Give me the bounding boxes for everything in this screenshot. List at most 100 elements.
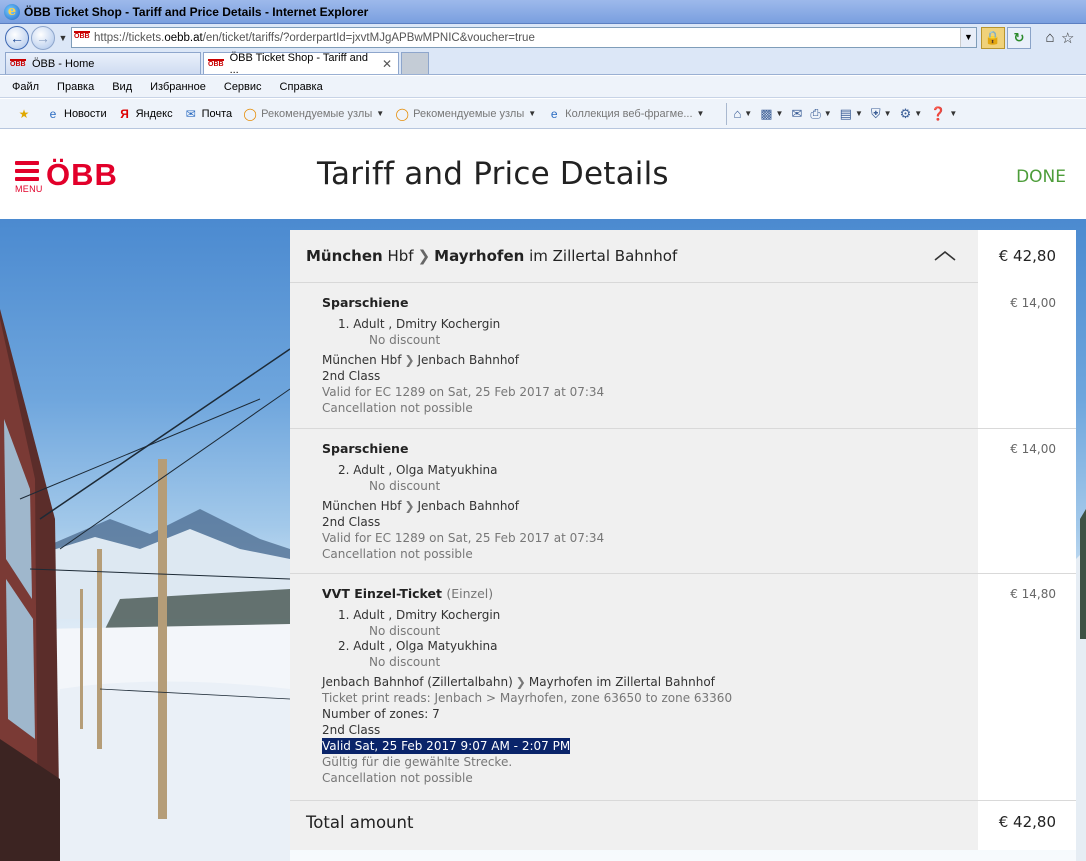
toolbar-separator bbox=[726, 102, 728, 125]
tab-label: ÖBB - Home bbox=[32, 57, 95, 70]
menu-edit[interactable]: Правка bbox=[57, 81, 94, 93]
refresh-button[interactable]: ↻ bbox=[1007, 26, 1031, 49]
chevron-right-icon: ❯ bbox=[404, 353, 415, 367]
new-tab-button[interactable] bbox=[401, 52, 429, 74]
menu-bar-line bbox=[15, 177, 39, 181]
tools-command[interactable]: ⚙ ▼ bbox=[900, 106, 923, 122]
help-command[interactable]: ❓ ▼ bbox=[930, 106, 957, 122]
favorite-suggested-sites-2[interactable]: ◯ Рекомендуемые узлы ▼ bbox=[394, 106, 536, 122]
route-summary-header[interactable]: München Hbf ❯ Mayrhofen im Zillertal Bahnh… bbox=[290, 230, 978, 283]
favorites-bar: ★ e Новости Я Яндекс ✉ Почта ◯ Рекомендуемые… bbox=[0, 99, 1086, 129]
menu-file[interactable]: Файл bbox=[12, 81, 39, 93]
ticket-item: Sparschiene 2. Adult , Olga Matyukhina N… bbox=[322, 441, 604, 562]
oebb-logo[interactable]: ÖBB bbox=[46, 157, 118, 193]
ticket-class: 2nd Class bbox=[322, 515, 381, 529]
ticket-price: € 14,80 bbox=[1010, 587, 1056, 601]
done-button[interactable]: DONE bbox=[1016, 167, 1066, 187]
print-command[interactable]: ⎙ ▼ bbox=[810, 106, 831, 122]
collapse-chevron-up-icon[interactable] bbox=[934, 250, 956, 262]
back-button[interactable]: ← bbox=[5, 25, 29, 50]
forward-button[interactable]: → bbox=[31, 25, 55, 50]
home-icon[interactable]: ⌂ bbox=[1039, 29, 1061, 46]
segment-from: Jenbach Bahnhof (Zillertalbahn) bbox=[322, 675, 513, 689]
chevron-down-icon: ▼ bbox=[376, 109, 385, 118]
url-dropdown-icon[interactable]: ▼ bbox=[960, 28, 976, 47]
chevron-right-icon: ❯ bbox=[417, 247, 431, 265]
segment-from: München Hbf bbox=[322, 499, 402, 513]
ticket-price: € 14,00 bbox=[1010, 296, 1056, 310]
tab-ticket-shop[interactable]: ÖBB ÖBB Ticket Shop - Tariff and ... ✕ bbox=[203, 52, 399, 76]
passenger-line: 1. Adult , Dmitry Kochergin bbox=[338, 608, 501, 622]
chevron-down-icon: ▼ bbox=[854, 109, 863, 118]
suggested-sites-icon: ◯ bbox=[243, 106, 257, 121]
ticket-validity-selected[interactable]: Valid Sat, 25 Feb 2017 9:07 AM - 2:07 PM bbox=[322, 738, 571, 754]
rss-feed-icon: ▩ bbox=[760, 105, 773, 121]
ticket-item: Sparschiene 1. Adult , Dmitry Kochergin … bbox=[322, 295, 604, 416]
tab-favicon-icon: ÖBB bbox=[10, 58, 26, 68]
route-to-name: Mayrhofen bbox=[434, 247, 525, 265]
home-command[interactable]: ⌂ ▼ bbox=[733, 106, 752, 121]
menu-favorites[interactable]: Избранное bbox=[150, 81, 206, 93]
favorite-label: Яндекс bbox=[135, 107, 173, 120]
segment-to: Jenbach Bahnhof bbox=[417, 353, 519, 367]
add-to-favorites-button[interactable]: ★ bbox=[16, 106, 35, 122]
menu-help[interactable]: Справка bbox=[280, 81, 323, 93]
total-divider bbox=[290, 800, 1076, 801]
favorite-label: Новости bbox=[64, 107, 107, 120]
favorites-star-icon[interactable]: ☆ bbox=[1061, 29, 1075, 47]
tab-bar: ÖBB ÖBB - Home ÖBB ÖBB Ticket Shop - Tar… bbox=[0, 51, 1086, 76]
tariff-details-panel: München Hbf ❯ Mayrhofen im Zillertal Bahnh… bbox=[290, 230, 1076, 850]
ticket-print-reads: Ticket print reads: Jenbach > Mayrhofen,… bbox=[322, 691, 733, 705]
route-to-suffix: im Zillertal Bahnhof bbox=[529, 247, 678, 265]
recent-pages-dropdown-icon[interactable]: ▼ bbox=[57, 33, 69, 43]
close-tab-icon[interactable]: ✕ bbox=[382, 57, 392, 71]
passenger-line: 2. Adult , Olga Matyukhina bbox=[338, 463, 498, 477]
total-price: € 42,80 bbox=[998, 813, 1056, 831]
menu-view[interactable]: Вид bbox=[112, 81, 132, 93]
address-bar: ← → ▼ ÖBB https://tickets.oebb.at/en/tic… bbox=[0, 24, 1086, 51]
segment-from: München Hbf bbox=[322, 353, 402, 367]
url-prefix: https://tickets. bbox=[94, 31, 165, 44]
menu-label: MENU bbox=[15, 184, 43, 194]
hamburger-menu-button[interactable]: MENU bbox=[15, 161, 43, 194]
favorite-web-slice-gallery[interactable]: e Коллекция веб-фрагме... ▼ bbox=[546, 106, 705, 122]
ticket-name-text: VVT Einzel-Ticket bbox=[322, 586, 442, 601]
passenger-line: 1. Adult , Dmitry Kochergin bbox=[338, 317, 501, 331]
safety-command[interactable]: ⛨ ▼ bbox=[871, 106, 892, 122]
passenger-discount: No discount bbox=[369, 479, 441, 493]
yandex-icon: Я bbox=[120, 106, 129, 121]
security-lock-icon[interactable]: 🔒 bbox=[981, 26, 1005, 49]
chevron-right-icon: ❯ bbox=[515, 675, 526, 689]
url-path: /en/ticket/tariffs/?orderpartId=jxvtMJgA… bbox=[202, 31, 535, 44]
route-price: € 42,80 bbox=[998, 247, 1056, 265]
passenger-discount: No discount bbox=[369, 655, 441, 669]
url-input[interactable]: ÖBB https://tickets.oebb.at/en/ticket/ta… bbox=[71, 27, 977, 48]
ticket-divider bbox=[290, 428, 1076, 429]
mail-command[interactable]: ✉ bbox=[791, 106, 802, 122]
favorite-yandex[interactable]: Я Яндекс bbox=[117, 106, 173, 122]
segment-to: Jenbach Bahnhof bbox=[417, 499, 519, 513]
tab-oebb-home[interactable]: ÖBB ÖBB - Home bbox=[5, 52, 201, 74]
menu-bar-line bbox=[15, 169, 39, 173]
favorite-news[interactable]: e Новости bbox=[45, 106, 107, 122]
chevron-down-icon: ▼ bbox=[823, 109, 832, 118]
chevron-right-icon: ❯ bbox=[404, 499, 415, 513]
passenger-line: 2. Adult , Olga Matyukhina bbox=[338, 639, 498, 653]
page-icon: e bbox=[49, 106, 57, 121]
add-favorites-star-icon: ★ bbox=[18, 106, 30, 121]
favorite-suggested-sites-1[interactable]: ◯ Рекомендуемые узлы ▼ bbox=[242, 106, 384, 122]
site-header: MENU ÖBB Tariff and Price Details DONE bbox=[0, 129, 1086, 219]
favorite-label: Рекомендуемые узлы bbox=[413, 107, 525, 120]
route-from-name: München bbox=[306, 247, 383, 265]
window-title: ÖBB Ticket Shop - Tariff and Price Detai… bbox=[24, 4, 369, 19]
favorite-mail[interactable]: ✉ Почта bbox=[183, 106, 233, 122]
web-page: MENU ÖBB Tariff and Price Details DONE M… bbox=[0, 129, 1086, 861]
url-text: https://tickets.oebb.at/en/ticket/tariff… bbox=[94, 32, 535, 44]
web-slice-icon: e bbox=[550, 106, 558, 121]
ticket-name: Sparschiene bbox=[322, 295, 409, 310]
page-command[interactable]: ▤ ▼ bbox=[840, 106, 863, 122]
feeds-command[interactable]: ▩ ▼ bbox=[760, 106, 783, 122]
url-host: oebb.at bbox=[164, 31, 203, 44]
menu-tools[interactable]: Сервис bbox=[224, 81, 262, 93]
ticket-validity: Valid for EC 1289 on Sat, 25 Feb 2017 at… bbox=[322, 385, 605, 399]
